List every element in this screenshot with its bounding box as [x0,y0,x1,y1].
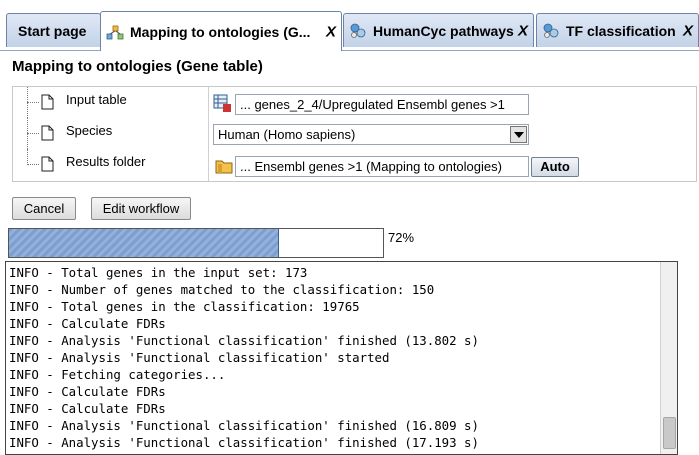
property-label: Results folder [66,154,146,169]
property-row-results-folder: Results folder ... Ensembl genes >1 (Map… [13,149,696,180]
progress-percent: 72% [388,230,415,245]
progress-fill [9,229,280,257]
log-lines: INFO - Total genes in the input set: 173… [9,264,479,451]
log-line: INFO - Total genes in the input set: 173 [9,265,308,280]
page-title: Mapping to ontologies (Gene table) [12,58,263,75]
results-folder-field[interactable]: ... Ensembl genes >1 (Mapping to ontolog… [235,156,529,177]
log-line: INFO - Analysis 'Functional classificati… [9,418,479,433]
document-icon [41,125,54,141]
property-label: Input table [66,92,127,107]
input-table-field[interactable]: ... genes_2_4/Upregulated Ensembl genes … [235,94,529,115]
folder-icon [215,160,233,174]
log-line: INFO - Total genes in the classification… [9,299,360,314]
property-label: Species [66,123,113,138]
auto-button[interactable]: Auto [531,157,579,177]
tab-label: Mapping to ontologies (G... [130,23,311,40]
close-icon[interactable]: X [326,23,336,40]
document-icon [41,156,54,172]
vertical-scrollbar[interactable] [660,262,677,454]
tab-mapping-to-ontologies[interactable]: Mapping to ontologies (G... X [100,11,342,51]
table-icon [213,94,231,112]
log-line: INFO - Calculate FDRs [9,316,166,331]
log-line: INFO - Number of genes matched to the cl… [9,282,435,297]
tab-start-page[interactable]: Start page [6,13,101,47]
log-line: INFO - Calculate FDRs [9,384,166,399]
scroll-thumb[interactable] [663,417,676,449]
species-select[interactable]: Human (Homo sapiens) [213,124,529,145]
pathway-icon [350,23,366,38]
tab-label: Start page [18,22,87,39]
edit-workflow-button[interactable]: Edit workflow [91,197,191,220]
tab-label: TF classification [566,22,676,39]
property-grid: Input table ... genes_2_4/Upregulated En… [12,86,697,182]
species-select-value: Human (Homo sapiens) [218,127,356,142]
log-line: INFO - Fetching categories... [9,367,226,382]
tab-tf-classification[interactable]: TF classification X [536,13,699,47]
tree-line [27,149,29,165]
tree-branch [27,164,39,165]
tab-humancyc-pathways[interactable]: HumanCyc pathways X [343,13,534,47]
chevron-down-icon[interactable] [510,126,527,143]
close-icon[interactable]: X [683,22,693,39]
log-line: INFO - Analysis 'Functional classificati… [9,435,479,450]
cancel-button[interactable]: Cancel [12,197,76,220]
log-line: INFO - Calculate FDRs [9,401,166,416]
log-line: INFO - Analysis 'Functional classificati… [9,333,479,348]
property-row-species: Species Human (Homo sapiens) [13,118,696,149]
workflow-icon [106,25,124,39]
log-line: INFO - Analysis 'Functional classificati… [9,350,390,365]
property-row-input-table: Input table ... genes_2_4/Upregulated En… [13,87,696,118]
pathway-icon [543,23,559,38]
progress-bar [8,228,384,258]
tab-bar: Start page Mapping to ontologies (G... X… [0,0,699,51]
tab-label: HumanCyc pathways [373,22,514,39]
document-icon [41,94,54,110]
close-icon[interactable]: X [518,22,528,39]
tree-branch [27,133,39,134]
log-output[interactable]: INFO - Total genes in the input set: 173… [5,261,678,455]
tree-branch [27,102,39,103]
